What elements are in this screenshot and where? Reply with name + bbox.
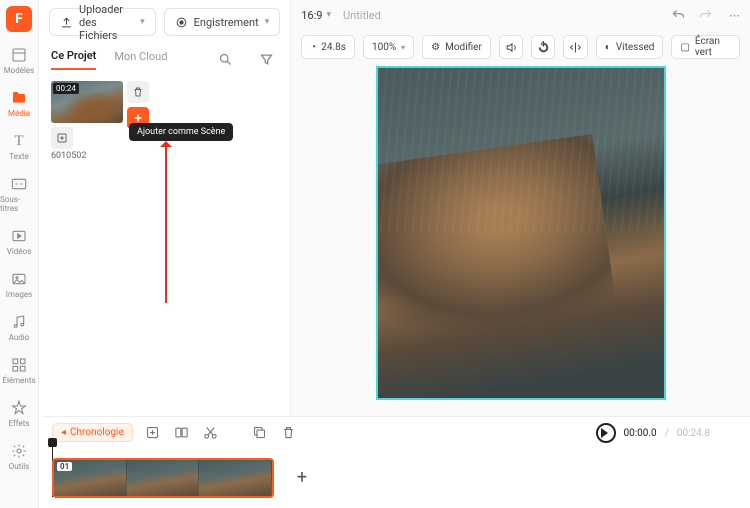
search-icon[interactable] (214, 48, 237, 71)
record-label: Engistrement (194, 16, 259, 29)
chevron-down-icon: ▾ (401, 43, 405, 52)
layers-icon (10, 46, 28, 64)
grid-icon (10, 356, 28, 374)
modify-button[interactable]: ⚙Modifier (422, 35, 491, 59)
copy-button[interactable] (250, 423, 269, 442)
play-button[interactable] (596, 423, 616, 443)
rail-label: Audio (9, 333, 30, 342)
rail-item-images[interactable]: Images (0, 266, 38, 303)
rail-label: Média (8, 109, 30, 118)
chevron-down-icon: ▾ (326, 10, 331, 20)
rail-item-media[interactable]: Média (0, 85, 38, 122)
rail-item-audio[interactable]: Audio (0, 309, 38, 346)
cc-icon (10, 175, 28, 193)
text-icon: T (10, 132, 28, 150)
volume-button[interactable] (499, 35, 523, 59)
app-logo: F (6, 6, 32, 32)
rail-label: Modèles (4, 66, 35, 75)
rail-label: Texte (9, 152, 28, 161)
upload-files-button[interactable]: Uploader des Fichiers ▾ (49, 8, 156, 36)
music-icon (10, 313, 28, 331)
flip-button[interactable] (563, 35, 587, 59)
clip-duration-badge: 00:24 (53, 83, 79, 94)
chronology-toggle[interactable]: ◂Chronologie (52, 423, 133, 442)
more-icon[interactable]: ⋯ (725, 9, 740, 22)
screen-icon: ▢ (680, 42, 689, 53)
preview-canvas[interactable] (376, 66, 666, 400)
chevron-left-icon: ◂ (61, 427, 66, 438)
rail-label: Sous-titres (0, 195, 38, 213)
rotate-button[interactable] (531, 35, 555, 59)
delete-button[interactable] (279, 423, 298, 442)
rail-item-effects[interactable]: Effets (0, 395, 38, 432)
cut-button[interactable] (201, 423, 220, 442)
time-current: 00:00.0 (624, 428, 657, 439)
annotation-arrow (165, 143, 167, 303)
rail-label: Vidéos (7, 247, 31, 256)
add-scene-slot[interactable]: + (284, 460, 320, 496)
filter-icon[interactable] (255, 48, 278, 71)
timeline-panel: ◂Chronologie 00:00.0 / 00:24.8 01 + (42, 416, 750, 508)
time-total: 00:24.8 (677, 428, 710, 439)
rail-item-templates[interactable]: Modèles (0, 42, 38, 79)
add-track-button[interactable] (143, 423, 162, 442)
clip-options-button[interactable] (51, 127, 73, 149)
folder-icon (10, 89, 28, 107)
preview-panel: 16:9 ▾ Untitled ⋯ ◔24.8s 100%▾ ⚙Modifier… (291, 0, 750, 416)
record-icon (175, 16, 188, 29)
split-button[interactable] (172, 423, 191, 442)
undo-button[interactable] (671, 8, 686, 23)
star-icon (10, 399, 28, 417)
clip-filename: 6010502 (51, 151, 123, 161)
speed-button[interactable]: ◐Vitessed (596, 35, 664, 59)
media-panel: Uploader des Fichiers ▾ Engistrement ▾ C… (39, 0, 291, 416)
rail-label: Outils (9, 462, 30, 471)
record-button[interactable]: Engistrement ▾ (164, 8, 281, 36)
timeline-clip[interactable]: 01 (52, 458, 274, 498)
clock-icon: ◔ (310, 42, 316, 53)
media-thumbnail[interactable]: 00:24 6010502 (51, 81, 123, 161)
delete-clip-button[interactable] (127, 81, 149, 103)
greenscreen-button[interactable]: ▢Écran vert (671, 35, 740, 59)
left-rail: F Modèles Média T Texte Sous-titres Vidé… (0, 0, 39, 508)
clip-index: 01 (57, 462, 72, 471)
chevron-down-icon: ▾ (265, 17, 270, 27)
chevron-down-icon: ▾ (140, 17, 145, 27)
sliders-icon: ⚙ (431, 42, 440, 53)
rail-item-videos[interactable]: Vidéos (0, 223, 38, 260)
add-scene-tooltip: Ajouter comme Scène (129, 123, 233, 141)
ratio-value: 16:9 (301, 9, 322, 22)
rail-item-subtitles[interactable]: Sous-titres (0, 171, 38, 217)
upload-icon (60, 16, 73, 29)
speed-icon: ◐ (605, 42, 611, 53)
time-separator: / (665, 428, 669, 439)
rail-label: Images (6, 290, 32, 299)
upload-label: Uploader des Fichiers (79, 3, 134, 42)
video-icon (10, 227, 28, 245)
rail-item-tools[interactable]: Outils (0, 438, 38, 475)
redo-button[interactable] (698, 8, 713, 23)
rail-item-elements[interactable]: Éléments (0, 352, 38, 389)
project-title[interactable]: Untitled (343, 9, 381, 22)
rail-label: Effets (9, 419, 30, 428)
aspect-ratio-selector[interactable]: 16:9 ▾ (301, 9, 331, 22)
tab-my-cloud[interactable]: Mon Cloud (114, 50, 167, 69)
duration-pill[interactable]: ◔24.8s (301, 35, 355, 59)
gear-icon (10, 442, 28, 460)
tab-this-project[interactable]: Ce Projet (51, 49, 96, 70)
rail-item-text[interactable]: T Texte (0, 128, 38, 165)
zoom-pill[interactable]: 100%▾ (363, 35, 414, 59)
image-icon (10, 270, 28, 288)
rail-label: Éléments (2, 376, 35, 385)
